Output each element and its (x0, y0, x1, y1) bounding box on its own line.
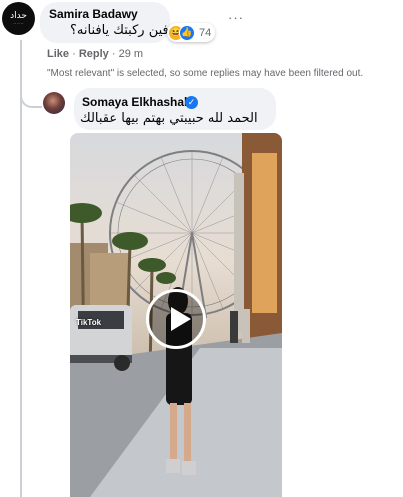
building-right (234, 133, 282, 343)
reply-link[interactable]: Reply (79, 48, 109, 60)
more-options-icon[interactable]: ··· (228, 10, 244, 25)
reply-avatar[interactable] (43, 92, 65, 114)
thread-connector (20, 86, 42, 108)
tiktok-watermark: TikTok (76, 318, 102, 327)
video-thumbnail[interactable]: TikTok (70, 133, 282, 497)
thread-line (20, 40, 22, 497)
reply-author[interactable]: Somaya Elkhashab (82, 95, 191, 109)
like-emoji-icon: 👍 (179, 24, 195, 41)
action-separator: · (72, 48, 76, 60)
reaction-count: 74 (199, 26, 212, 39)
comment-timestamp[interactable]: 29 m (119, 48, 143, 60)
reaction-summary[interactable]: 😆 👍 74 (167, 23, 216, 42)
verified-badge-icon: ✓ (185, 96, 198, 109)
action-separator: · (111, 48, 116, 60)
comment-actions: Like · Reply · 29 m (47, 48, 143, 60)
avatar-subtext: ·· ·· ·· (13, 20, 24, 26)
avatar-text: حداد (10, 10, 27, 21)
comment-author[interactable]: Samira Badawy (49, 7, 138, 21)
car (70, 305, 132, 371)
like-link[interactable]: Like (47, 48, 69, 60)
reply-text: الحمد لله حبيبتي بهتم بيها عقبالك (80, 111, 258, 126)
play-button[interactable] (146, 289, 206, 349)
commenter-avatar[interactable]: حداد ·· ·· ·· (2, 2, 35, 35)
filter-note: "Most relevant" is selected, so some rep… (47, 68, 364, 79)
